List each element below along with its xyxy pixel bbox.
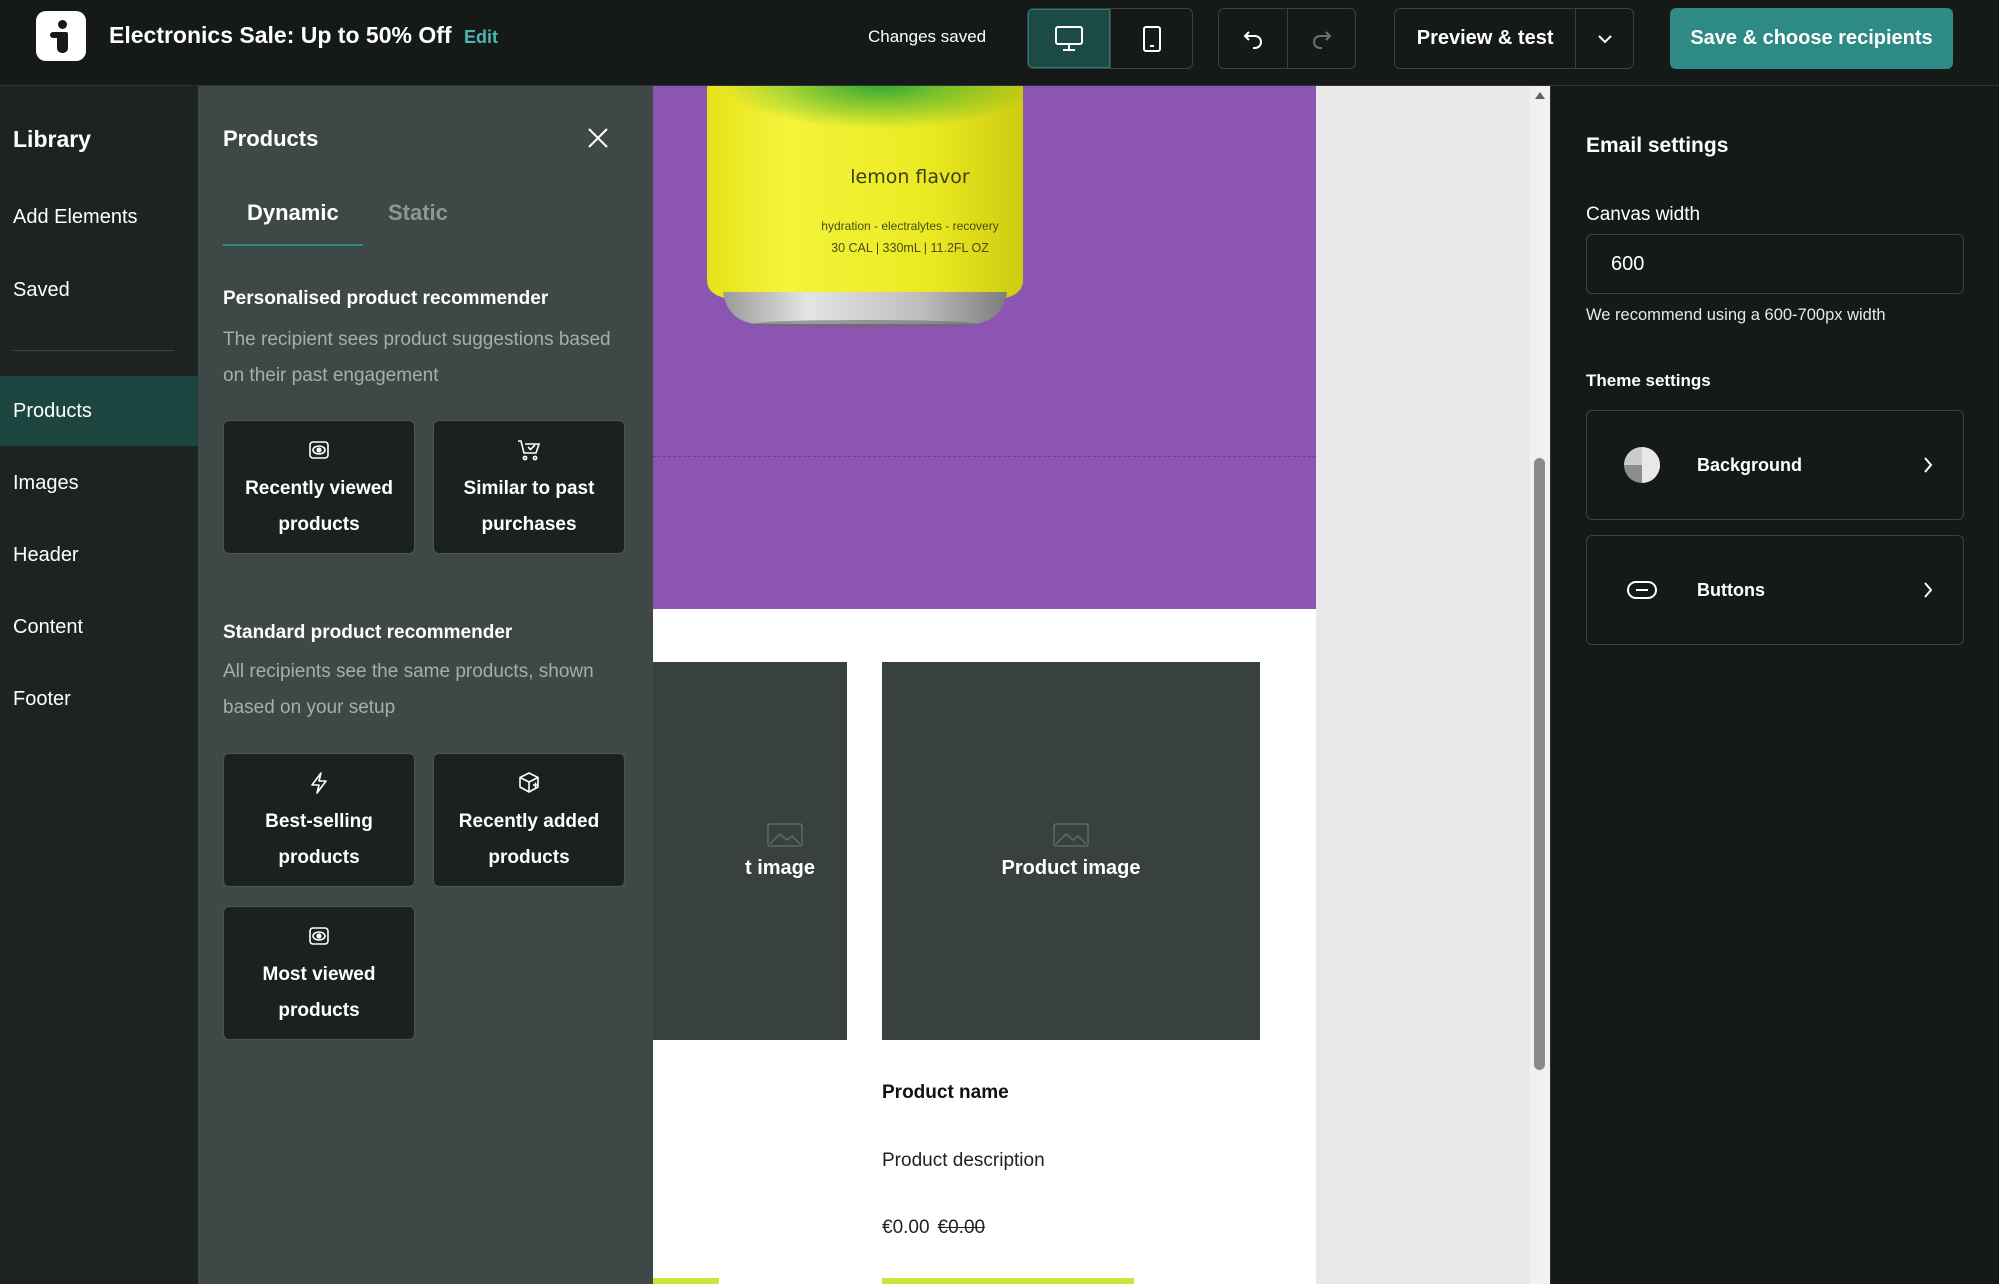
- card-label: Recently viewed products: [245, 478, 393, 535]
- desktop-view-button[interactable]: [1028, 9, 1110, 68]
- hero-section[interactable]: lemon flavor hydration - electralytes - …: [653, 86, 1316, 609]
- product-name[interactable]: Product name: [882, 1082, 1009, 1104]
- card-label: Recently added products: [458, 811, 600, 868]
- top-bar: Electronics Sale: Up to 50% Off Edit Cha…: [0, 0, 1999, 86]
- half-circle-icon: [1624, 447, 1660, 483]
- eye-icon: [309, 441, 329, 459]
- standard-recommender-heading: Standard product recommender: [223, 622, 513, 643]
- email-title: Electronics Sale: Up to 50% Off: [109, 22, 452, 48]
- close-panel-button[interactable]: [584, 124, 612, 152]
- edit-title-link[interactable]: Edit: [464, 27, 498, 48]
- undo-icon: [1243, 30, 1262, 49]
- canvas-width-input[interactable]: [1586, 234, 1964, 294]
- email-settings-title: Email settings: [1586, 134, 1729, 157]
- library-divider: [13, 350, 174, 351]
- buttons-label: Buttons: [1697, 579, 1765, 600]
- mobile-icon: [1142, 25, 1161, 52]
- product-button-left[interactable]: [653, 1278, 719, 1284]
- products-panel: Products Dynamic Static Personalised pro…: [198, 86, 653, 1284]
- library-item-content[interactable]: Content: [0, 592, 198, 662]
- best-selling-products-card[interactable]: Best-selling products: [223, 753, 415, 887]
- button-pill-icon: [1627, 581, 1657, 599]
- tab-static[interactable]: Static: [388, 200, 448, 226]
- library-title: Library: [13, 126, 91, 152]
- card-label: Similar to past purchases: [463, 478, 595, 535]
- library-item-products[interactable]: Products: [0, 376, 198, 446]
- email-settings-panel: Email settings Canvas width We recommend…: [1551, 86, 1999, 1284]
- library-item-add-elements[interactable]: Add Elements: [0, 182, 198, 252]
- scroll-thumb[interactable]: [1534, 458, 1545, 1070]
- background-label: Background: [1697, 454, 1803, 475]
- similar-to-past-purchases-card[interactable]: Similar to past purchases: [433, 420, 625, 554]
- library-item-images[interactable]: Images: [0, 448, 198, 518]
- box-plus-icon: [519, 772, 539, 793]
- product-image-label-left: t image: [744, 856, 816, 879]
- chevron-right-icon: [1924, 457, 1933, 473]
- product-image-label: Product image: [1001, 856, 1141, 879]
- lightning-icon: [311, 772, 327, 794]
- undo-button[interactable]: [1219, 9, 1287, 68]
- cart-check-icon: [518, 440, 541, 461]
- product-description[interactable]: Product description: [882, 1150, 1045, 1172]
- standard-recommender-description: All recipients see the same products, sh…: [223, 661, 594, 718]
- canvas-scrollbar[interactable]: [1530, 86, 1550, 1284]
- product-button[interactable]: [882, 1278, 1134, 1284]
- email-canvas-area[interactable]: lemon flavor hydration - electralytes - …: [653, 86, 1530, 1284]
- device-toggle: [1027, 8, 1193, 69]
- most-viewed-products-card[interactable]: Most viewed products: [223, 906, 415, 1040]
- redo-icon: [1312, 30, 1331, 49]
- recently-viewed-products-card[interactable]: Recently viewed products: [223, 420, 415, 554]
- preview-options-dropdown[interactable]: [1575, 9, 1633, 68]
- can-nutrition: 30 CAL | 330mL | 11.2FL OZ: [831, 241, 989, 255]
- old-price: €0.00: [937, 1217, 986, 1238]
- background-settings-row[interactable]: Background: [1586, 410, 1964, 520]
- mobile-view-button[interactable]: [1110, 9, 1192, 68]
- product-image-placeholder[interactable]: Product image: [882, 662, 1260, 1040]
- library-sidebar: Library Add Elements Saved Products Imag…: [0, 86, 198, 1284]
- product-can-image: [707, 86, 1023, 328]
- theme-settings-title: Theme settings: [1586, 371, 1711, 390]
- save-choose-recipients-button[interactable]: Save & choose recipients: [1670, 8, 1953, 69]
- buttons-settings-row[interactable]: Buttons: [1586, 535, 1964, 645]
- product-image-placeholder-left[interactable]: t image: [653, 662, 847, 1040]
- current-price: €0.00: [882, 1217, 930, 1238]
- section-divider: [653, 456, 1316, 457]
- product-price[interactable]: €0.00 €0.00: [882, 1217, 985, 1239]
- eye-icon: [309, 927, 329, 945]
- canvas-width-hint: We recommend using a 600-700px width: [1586, 306, 1886, 324]
- redo-button[interactable]: [1287, 9, 1355, 68]
- personalised-recommender-description: The recipient sees product suggestions b…: [223, 329, 611, 386]
- app-logo-icon[interactable]: [36, 11, 86, 61]
- tab-dynamic[interactable]: Dynamic: [247, 200, 339, 226]
- products-panel-title: Products: [223, 126, 319, 151]
- preview-test-button[interactable]: Preview & test: [1394, 8, 1634, 69]
- personalised-recommender-heading: Personalised product recommender: [223, 288, 549, 309]
- library-item-saved[interactable]: Saved: [0, 255, 198, 325]
- close-icon: [588, 128, 608, 148]
- chevron-right-icon: [1924, 582, 1933, 598]
- scroll-up-icon[interactable]: [1535, 92, 1545, 99]
- library-item-footer[interactable]: Footer: [0, 664, 198, 734]
- email-canvas[interactable]: lemon flavor hydration - electralytes - …: [653, 86, 1316, 1284]
- desktop-icon: [1055, 25, 1083, 51]
- canvas-width-label: Canvas width: [1586, 204, 1701, 225]
- preview-test-label: Preview & test: [1416, 27, 1554, 49]
- image-icon: [1053, 822, 1089, 847]
- save-status: Changes saved: [868, 27, 987, 46]
- image-icon: [767, 822, 803, 847]
- active-tab-indicator: [223, 244, 363, 246]
- can-flavor-label: lemon flavor: [850, 166, 970, 188]
- recently-added-products-card[interactable]: Recently added products: [433, 753, 625, 887]
- card-label: Most viewed products: [262, 964, 376, 1021]
- chevron-down-icon: [1597, 34, 1612, 43]
- history-controls: [1218, 8, 1356, 69]
- card-label: Best-selling products: [265, 811, 373, 868]
- can-tagline: hydration - electralytes - recovery: [821, 219, 999, 233]
- library-item-header[interactable]: Header: [0, 520, 198, 590]
